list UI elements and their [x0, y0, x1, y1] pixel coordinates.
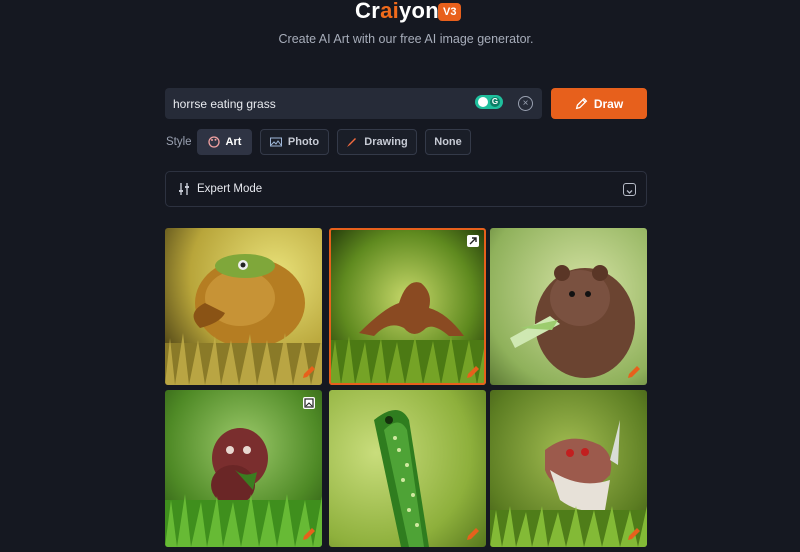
chevron-down-icon — [623, 183, 636, 196]
result-image-6[interactable] — [490, 390, 647, 547]
style-option-drawing[interactable]: Drawing — [337, 129, 417, 155]
extension-pin-icon — [478, 97, 488, 107]
tagline: Create AI Art with our free AI image gen… — [278, 32, 534, 46]
logo-text-end: yon — [399, 0, 440, 23]
edit-pencil-icon[interactable] — [466, 527, 480, 541]
draw-button-label: Draw — [593, 96, 624, 111]
palette-icon — [207, 136, 220, 148]
expert-mode-label: Expert Mode — [197, 183, 263, 195]
style-label: Style — [166, 136, 192, 148]
edit-pencil-icon[interactable] — [627, 527, 641, 541]
edit-pencil-icon[interactable] — [302, 365, 316, 379]
draw-button[interactable]: Draw — [551, 88, 647, 119]
brush-icon — [347, 138, 357, 147]
result-image-1[interactable] — [165, 228, 322, 385]
clear-input-icon[interactable]: × — [518, 96, 533, 111]
style-option-label: Photo — [287, 136, 320, 148]
version-badge: V3 — [438, 3, 462, 21]
extension-letter: G — [490, 97, 500, 107]
style-option-photo[interactable]: Photo — [260, 129, 329, 155]
result-image-3[interactable] — [490, 228, 647, 385]
image-overlay-icon[interactable] — [303, 397, 315, 409]
edit-pencil-icon[interactable] — [627, 365, 641, 379]
style-option-art[interactable]: Art — [197, 129, 252, 155]
edit-pencil-icon[interactable] — [466, 365, 480, 379]
sliders-icon — [179, 183, 189, 195]
style-option-label: Drawing — [364, 136, 408, 148]
result-image-5[interactable] — [329, 390, 486, 547]
style-option-label: Art — [225, 136, 242, 148]
result-image-2[interactable] — [329, 228, 486, 385]
result-image-4[interactable] — [165, 390, 322, 547]
style-option-none[interactable]: None — [425, 129, 471, 155]
pencil-icon — [575, 97, 588, 110]
logo-text-start: Cr — [355, 0, 381, 23]
style-option-label: None — [434, 136, 462, 148]
expert-mode-toggle[interactable]: Expert Mode — [165, 171, 647, 207]
prompt-input[interactable] — [173, 88, 463, 119]
edit-pencil-icon[interactable] — [302, 527, 316, 541]
expand-icon[interactable] — [467, 235, 479, 247]
grammar-extension-icon[interactable]: G — [475, 95, 503, 109]
photo-icon — [269, 137, 282, 147]
logo[interactable]: Craiyon — [355, 0, 439, 24]
logo-text-ai: ai — [380, 0, 400, 23]
